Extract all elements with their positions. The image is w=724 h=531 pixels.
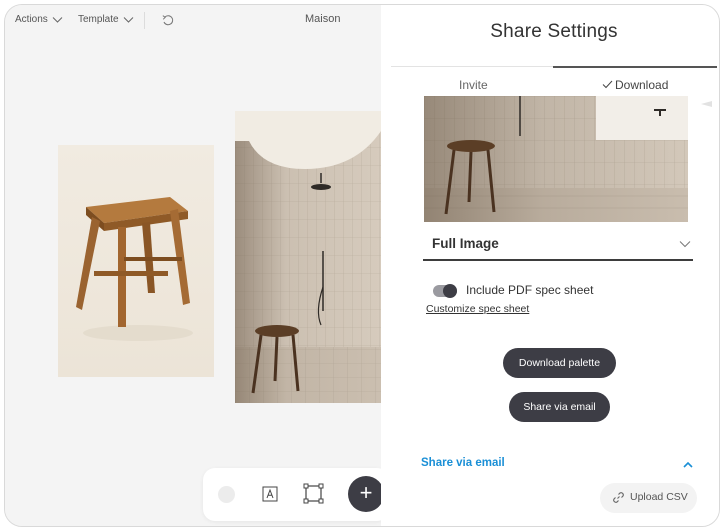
actions-menu-label: Actions [15,14,48,25]
actions-menu[interactable]: Actions [15,14,63,25]
toggle-knob [443,284,457,298]
app-window: Actions Template Maison + Share Settings… [4,4,720,527]
chevron-down-icon [52,16,63,23]
toolbar-divider [144,12,145,29]
include-pdf-toggle[interactable] [433,284,457,298]
share-via-email-button[interactable]: Share via email [509,392,610,422]
frame-tool-icon[interactable] [303,483,324,504]
shower-image [235,111,381,403]
document-title: Maison [305,13,341,25]
upload-csv-label: Upload CSV [630,491,688,503]
tab-download-label: Download [615,78,669,92]
scroll-right-arrow-icon[interactable] [701,100,713,108]
tab-invite[interactable]: Invite [459,78,488,92]
share-via-email-section-header[interactable]: Share via email [421,457,505,469]
include-pdf-label: Include PDF spec sheet [466,283,594,297]
text-tool-icon[interactable] [262,486,278,502]
check-icon [602,80,613,89]
design-canvas[interactable]: + [5,39,389,526]
share-settings-panel: Share Settings Invite Download Full Imag… [381,5,719,526]
active-tab-indicator [553,66,717,68]
link-icon [613,492,624,503]
tab-download[interactable]: Download [602,78,668,92]
download-palette-button[interactable]: Download palette [503,348,616,378]
canvas-topbar: Actions Template Maison [5,5,385,39]
stool-image [76,197,193,341]
upload-csv-button[interactable]: Upload CSV [600,483,697,513]
template-menu[interactable]: Template [78,14,134,25]
chevron-down-icon [123,16,133,23]
chevron-down-icon [679,241,691,248]
color-tool-icon[interactable] [218,486,235,503]
image-option-value: Full Image [432,236,499,251]
template-menu-label: Template [78,14,119,25]
stool-image-card[interactable] [58,145,214,377]
image-option-select[interactable]: Full Image [423,231,693,261]
shower-image-card[interactable] [235,111,381,403]
add-element-button[interactable]: + [348,476,384,512]
canvas-toolbar: + [203,468,389,521]
download-preview-image [424,96,688,222]
preview-image [424,96,688,222]
chevron-up-icon[interactable] [683,461,693,468]
customize-spec-sheet-link[interactable]: Customize spec sheet [426,303,529,315]
undo-icon[interactable] [161,13,175,27]
panel-title: Share Settings [490,21,618,42]
